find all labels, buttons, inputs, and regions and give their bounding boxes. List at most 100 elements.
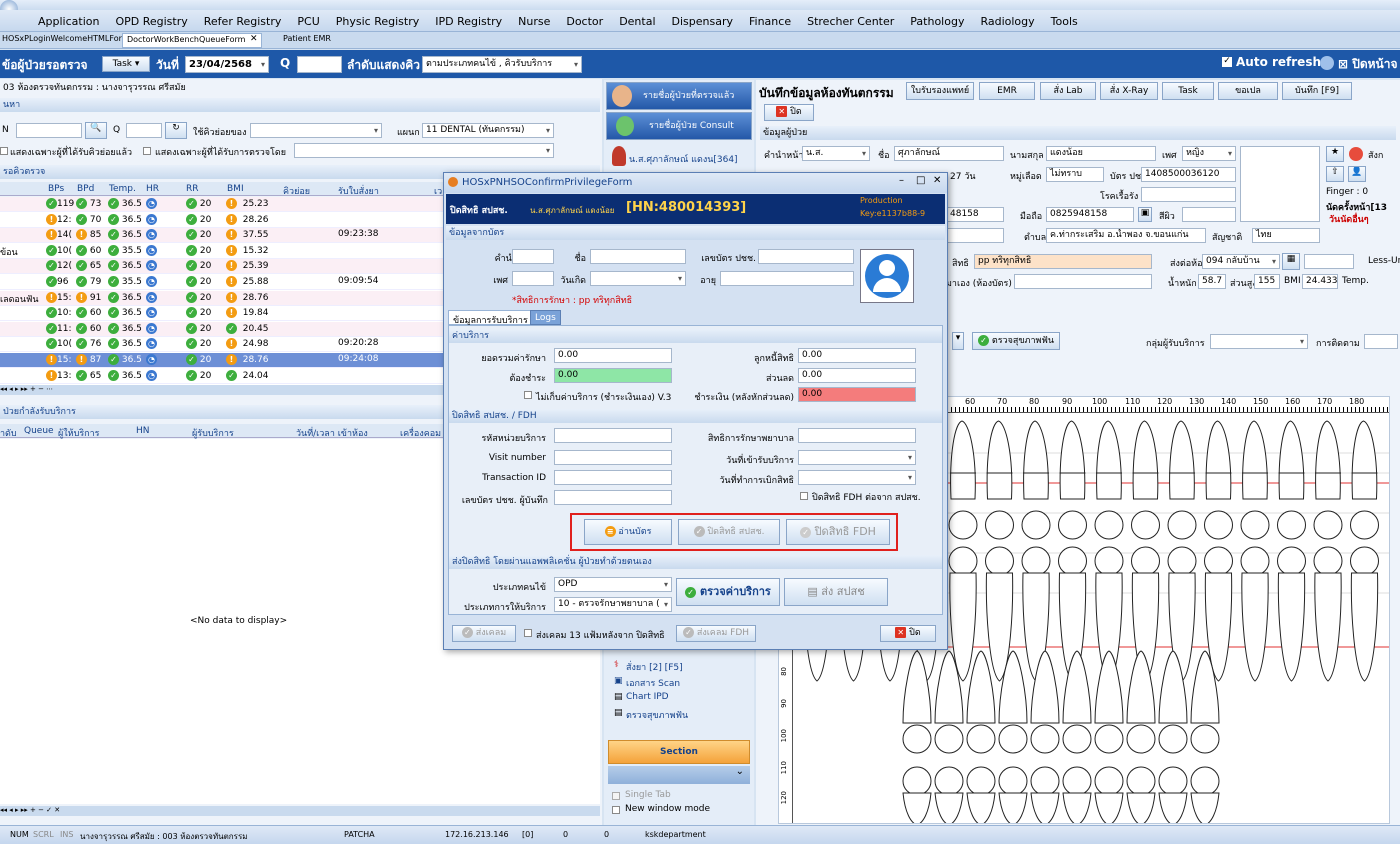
table-row[interactable]: เลดอนฟัน! 15:! 91 ✓ 36.5 ◔ ✓ 20! 28.76 [0, 290, 445, 306]
read-card-button[interactable]: ≡ อ่านบัตร [584, 519, 672, 545]
d-dob-input[interactable] [590, 271, 686, 286]
upper-tooth[interactable] [1023, 420, 1049, 500]
primary-upper-occlusal[interactable] [1062, 724, 1092, 754]
menu-doctor[interactable]: Doctor [558, 10, 611, 31]
lower-tooth-occlusal[interactable] [1131, 546, 1160, 576]
minimize-icon[interactable]: – [899, 175, 904, 186]
right-input[interactable]: pp ทริทุกสิทธิ [974, 254, 1152, 269]
upper-tooth-occlusal[interactable] [1094, 510, 1124, 540]
primary-upper-occlusal[interactable] [966, 724, 996, 754]
examiner-select[interactable] [294, 143, 554, 158]
primary-lower-occlusal[interactable] [1158, 766, 1188, 796]
send-nhso-button[interactable]: ▤ ส่ง สปสช [784, 578, 888, 606]
close-fdh-button[interactable]: ✓ ปิดสิทธิ FDH [786, 519, 890, 545]
calendar-icon[interactable]: ▦ [1282, 253, 1300, 270]
right-task-button[interactable]: Task [1162, 82, 1214, 100]
lower-tooth-occlusal[interactable] [1204, 546, 1233, 576]
lower-tooth-occlusal[interactable] [1350, 546, 1379, 576]
phone-icon[interactable]: ▣ [1138, 207, 1152, 222]
new-window-checkbox[interactable] [612, 806, 620, 814]
table-row[interactable]: ✓ 10: ✓ 60 ✓ 36.5 ◔ ✓ 20! 19.84 [0, 306, 445, 322]
upper-tooth-occlusal[interactable] [1204, 510, 1233, 540]
cash-input[interactable]: 0.00 [798, 387, 916, 402]
lower-tooth-occlusal[interactable] [1313, 546, 1343, 576]
d-prefix-input[interactable] [512, 249, 554, 264]
prefix-select[interactable]: น.ส. [802, 146, 870, 161]
lower-tooth-occlusal[interactable] [1058, 546, 1087, 576]
dental-check-button[interactable]: ✓ ตรวจสุขภาพฟัน [972, 332, 1060, 350]
primary-upper-occlusal[interactable] [1158, 724, 1188, 754]
pay-input[interactable]: 0.00 [554, 368, 672, 383]
lname-input[interactable]: แดงน้อย [1046, 146, 1156, 161]
upper-tooth[interactable] [1169, 420, 1195, 500]
upper-tooth[interactable] [1205, 420, 1232, 500]
col-subqueue[interactable]: คิวย่อย [283, 184, 310, 198]
primary-lower-occlusal[interactable] [1062, 766, 1092, 796]
upper-tooth[interactable] [1278, 420, 1305, 500]
col-rx-received[interactable]: รับใบสั่งยา [338, 184, 379, 198]
served-col-time[interactable]: วันที่/เวลา เข้าห้อง [296, 426, 368, 440]
table-row[interactable]: ✓ 12(✓ 65 ✓ 36.5 ◔ ✓ 20! 25.39 [0, 259, 445, 275]
order-select[interactable]: ตามประเภทคนไข้ , คิวรับบริการ [422, 56, 582, 73]
menu-nurse[interactable]: Nurse [510, 10, 558, 31]
served-navigator[interactable]: ◂◂ ◂ ▸ ▸▸ + − ✓ ✕ [0, 806, 600, 816]
upper-tooth-occlusal[interactable] [985, 510, 1014, 540]
primary-lower-tooth[interactable] [966, 792, 996, 824]
q-search-input[interactable] [126, 123, 162, 138]
single-tab-checkbox[interactable] [612, 792, 620, 800]
visit-input[interactable] [554, 450, 672, 465]
save-button[interactable]: บันทึก [F9] [1282, 82, 1352, 100]
primary-teeth[interactable] [902, 650, 1220, 824]
right-close-button[interactable]: ✕ ปิด [764, 104, 814, 121]
lower-tooth-occlusal[interactable] [1240, 546, 1270, 576]
dropdown-small[interactable]: ▾ [952, 332, 964, 350]
table-row[interactable]: ! 14(! 85 ✓ 36.5 ◔ ✓ 20! 37.55 09:23:38 [0, 228, 445, 244]
upper-tooth-occlusal[interactable] [1131, 510, 1160, 540]
check-fee-button[interactable]: ✓ ตรวจค่าบริการ [676, 578, 780, 606]
fname-input[interactable]: ศุภาลักษณ์ [894, 146, 1004, 161]
lower-tooth[interactable] [1241, 572, 1269, 682]
primary-upper-occlusal[interactable] [998, 724, 1028, 754]
debtor-input[interactable]: 0.00 [798, 348, 916, 363]
primary-upper-occlusal[interactable] [1030, 724, 1060, 754]
table-row[interactable]: ! 15:! 87 ✓ 36.5 ◔ ✓ 20! 28.76 09:24:08 [0, 353, 445, 368]
tab-doctor-workbench[interactable]: DoctorWorkBenchQueueForm [122, 33, 262, 48]
primary-lower-tooth[interactable] [1126, 792, 1156, 824]
upper-tooth[interactable] [1096, 420, 1122, 500]
served-col-hn[interactable]: HN [136, 426, 150, 436]
primary-upper-occlusal[interactable] [1094, 724, 1124, 754]
lower-tooth-occlusal[interactable] [948, 546, 978, 576]
menu-strecher-center[interactable]: Strecher Center [799, 10, 902, 31]
height-input[interactable]: 155 [1254, 274, 1280, 289]
med-cert-button[interactable]: ใบรับรองแพทย์ [906, 82, 974, 100]
primary-lower-tooth[interactable] [1062, 792, 1092, 824]
emr-button[interactable]: EMR [979, 82, 1035, 100]
menu-physic-registry[interactable]: Physic Registry [328, 10, 427, 31]
trans-input[interactable] [554, 470, 672, 485]
tab-service-info[interactable]: ข้อมูลการรับบริการ [448, 310, 533, 326]
primary-upper-occlusal[interactable] [902, 724, 932, 754]
fdh-checkbox[interactable] [800, 492, 808, 500]
other-appointment-text[interactable]: วันนัดอื่นๆ [1329, 212, 1369, 226]
menu-dispensary[interactable]: Dispensary [664, 10, 741, 31]
served-col-patient[interactable]: ผู้รับบริการ [192, 426, 234, 440]
upper-tooth-occlusal[interactable] [1021, 510, 1051, 540]
menu-finance[interactable]: Finance [741, 10, 799, 31]
patient-name-link[interactable]: น.ส.ศุภาลักษณ์ แดงน[364] [629, 152, 738, 166]
primary-lower-occlusal[interactable] [1094, 766, 1124, 796]
primary-lower-occlusal[interactable] [1190, 766, 1220, 796]
ptype-select[interactable]: OPD [554, 577, 672, 592]
upper-tooth[interactable] [986, 420, 1013, 500]
cid-input[interactable]: 1408500036120 [1141, 167, 1236, 182]
request-stretcher-button[interactable]: ขอเปล [1218, 82, 1278, 100]
upper-tooth[interactable] [1242, 420, 1268, 500]
close-icon[interactable]: ✕ [933, 175, 941, 186]
use-queue-select[interactable] [250, 123, 382, 138]
group-select[interactable] [1210, 334, 1308, 349]
menu-pathology[interactable]: Pathology [902, 10, 972, 31]
menu-dental-check[interactable]: ตรวจสุขภาพฟัน [626, 708, 688, 722]
rights-input[interactable] [798, 428, 916, 443]
menu-application[interactable]: Application [30, 10, 107, 31]
order-lab-button[interactable]: สั่ง Lab [1040, 82, 1096, 100]
section-button[interactable]: Section [608, 740, 750, 764]
